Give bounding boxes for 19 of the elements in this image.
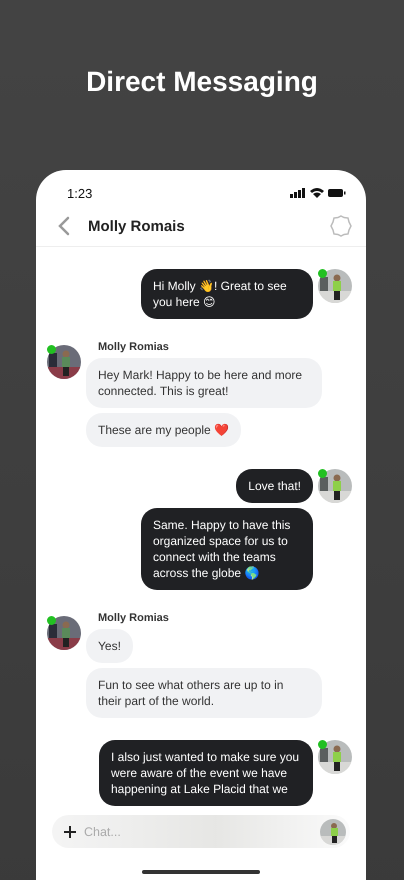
message-bubble: Yes! xyxy=(86,629,133,663)
chat-input[interactable]: Chat... xyxy=(82,824,320,840)
plus-icon[interactable] xyxy=(64,826,76,838)
page-title: Direct Messaging xyxy=(85,65,319,99)
contact-name: Molly Romais xyxy=(88,218,186,234)
message-bubble: Love that! xyxy=(236,469,313,503)
sender-name: Molly Romias xyxy=(98,612,169,624)
settings-icon[interactable] xyxy=(330,215,352,237)
chat-field[interactable]: Chat... xyxy=(52,815,350,848)
back-icon[interactable] xyxy=(58,216,70,236)
message-bubble: Hey Mark! Happy to be here and more connected. This is great! xyxy=(86,358,322,408)
message-bubble: These are my people ❤ xyxy=(86,413,242,447)
message-bubble: Hi Molly 👋! Great to see you here 😊 xyxy=(141,269,313,319)
status-time: 1:23 xyxy=(67,186,92,200)
sender-name: Molly Romias xyxy=(98,341,169,353)
message-bubble: Same. Happy to have this organized space for us to connect with the teams across the globe 🌎 xyxy=(141,508,313,590)
message-bubble: Fun to see what others are up to in their part of the world. xyxy=(86,668,322,718)
message-bubble: I also just wanted to make sure you were aware of the event we have happening at Lake Placid that we xyxy=(99,740,313,806)
status-icons xyxy=(290,187,346,199)
